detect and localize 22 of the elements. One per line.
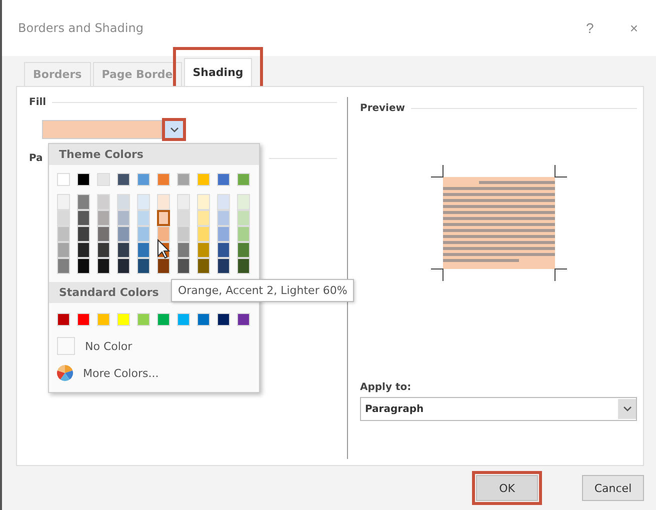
more-colors-option[interactable]: More Colors... <box>83 366 159 380</box>
help-button[interactable]: ? <box>586 20 594 36</box>
preview-label: Preview <box>360 103 406 114</box>
mouse-cursor-icon <box>157 239 171 259</box>
pattern-label: Pa <box>29 153 43 164</box>
fill-color-field[interactable] <box>42 120 162 139</box>
tab[interactable]: Shading <box>184 58 252 86</box>
tooltip: Orange, Accent 2, Lighter 60% <box>171 279 354 302</box>
fill-dropdown-button[interactable] <box>162 118 186 141</box>
apply-to-label: Apply to: <box>360 382 412 393</box>
close-button[interactable]: × <box>630 20 638 36</box>
chevron-down-icon <box>170 126 178 132</box>
theme-colors-header: Theme Colors <box>49 144 259 165</box>
color-wheel-icon <box>57 365 73 381</box>
dialog-button[interactable]: Cancel <box>582 475 644 501</box>
apply-to-select[interactable]: Paragraph <box>360 397 637 421</box>
chevron-down-icon <box>622 406 632 412</box>
window-title: Borders and Shading <box>18 21 144 35</box>
fill-label: Fill <box>29 97 46 108</box>
empty-swatch-icon <box>57 337 75 355</box>
no-color-option[interactable]: No Color <box>85 340 132 352</box>
color-swatch[interactable] <box>157 210 170 226</box>
